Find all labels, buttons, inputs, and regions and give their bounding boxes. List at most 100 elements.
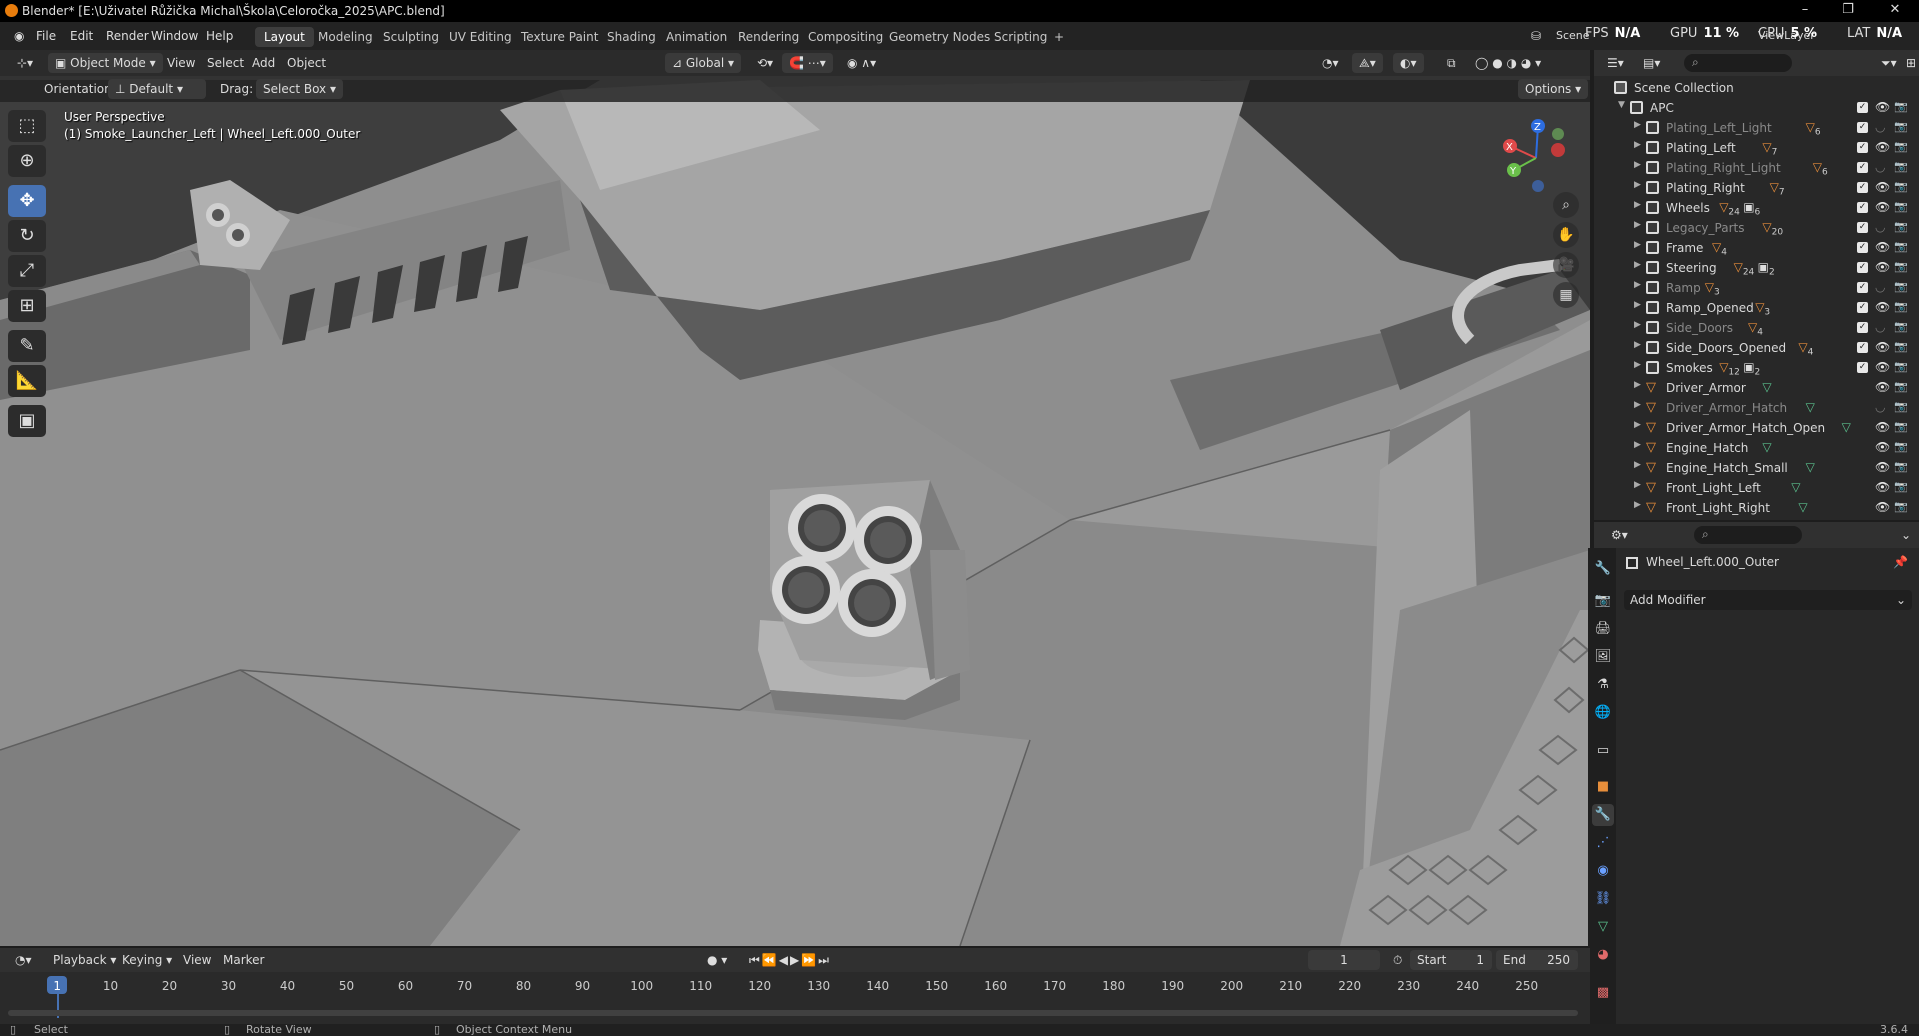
- add-modifier-dropdown[interactable]: Add Modifier ⌄: [1624, 590, 1912, 610]
- eye-icon[interactable]: ◡: [1875, 120, 1885, 134]
- outliner-item[interactable]: ▶ Plating_Right_Light ▽6 ✓ ◡ 📷: [1594, 158, 1919, 178]
- tab-shading[interactable]: Shading: [598, 27, 665, 47]
- drag-dropdown[interactable]: Select Box ▾: [256, 79, 343, 99]
- shading-modes-icon[interactable]: ◯ ● ◑ ◕ ▾: [1468, 53, 1548, 73]
- eye-icon[interactable]: 👁: [1875, 100, 1890, 114]
- playback-controls-icon[interactable]: ⏮⏪◀▶⏩⏭: [742, 950, 838, 970]
- outliner-search-input[interactable]: ⌕: [1684, 54, 1792, 72]
- camera-view-icon[interactable]: 🎥: [1553, 252, 1579, 278]
- eye-icon[interactable]: 👁: [1875, 440, 1890, 454]
- eye-icon[interactable]: 👁: [1875, 300, 1890, 314]
- expand-arrow-icon[interactable]: ▶: [1634, 500, 1641, 510]
- timeline-scrollbar[interactable]: [8, 1010, 1578, 1016]
- eye-icon[interactable]: 👁: [1875, 200, 1890, 214]
- transform-orientation-dropdown[interactable]: ⊿ Global ▾: [665, 53, 741, 73]
- options-chevron-icon[interactable]: ⌄: [1894, 525, 1918, 545]
- outliner-item[interactable]: ▶ Plating_Left_Light ▽6 ✓ ◡ 📷: [1594, 118, 1919, 138]
- texture-tab-icon[interactable]: ▩: [1592, 982, 1614, 1004]
- outliner-collection-apc[interactable]: ▼ APC ✓ 👁 📷: [1594, 98, 1919, 118]
- outliner-item[interactable]: ▶ ▽ Driver_Armor ▽ 👁 📷: [1594, 378, 1919, 398]
- camera-icon[interactable]: 📷: [1894, 360, 1908, 373]
- camera-icon[interactable]: 📷: [1894, 120, 1908, 133]
- menu-keying[interactable]: Keying ▾: [115, 950, 179, 970]
- eye-icon[interactable]: 👁: [1875, 480, 1890, 494]
- outliner-editor-type-icon[interactable]: ☰▾: [1600, 53, 1631, 73]
- camera-icon[interactable]: 📷: [1894, 340, 1908, 353]
- menu-file[interactable]: File: [30, 27, 62, 45]
- exclude-checkbox[interactable]: ✓: [1857, 242, 1868, 253]
- expand-arrow-icon[interactable]: ▶: [1634, 300, 1641, 310]
- eye-icon[interactable]: 👁: [1875, 460, 1890, 474]
- tab-animation[interactable]: Animation: [657, 27, 736, 47]
- menu-window[interactable]: Window: [145, 27, 204, 45]
- outliner-item[interactable]: ▶ Ramp_Opened ▽3 ✓ 👁 📷: [1594, 298, 1919, 318]
- snap-icon[interactable]: 🧲 ⋯▾: [782, 53, 833, 73]
- overlays-toggle-icon[interactable]: ◐▾: [1393, 53, 1424, 73]
- menu-marker[interactable]: Marker: [216, 950, 271, 970]
- exclude-checkbox[interactable]: ✓: [1857, 342, 1868, 353]
- eye-icon[interactable]: 👁: [1875, 140, 1890, 154]
- camera-icon[interactable]: 📷: [1894, 220, 1908, 233]
- camera-icon[interactable]: 📷: [1894, 400, 1908, 413]
- tab-uv-editing[interactable]: UV Editing: [440, 27, 521, 47]
- pan-hand-icon[interactable]: ✋: [1553, 222, 1579, 248]
- outliner-item[interactable]: ▶ Side_Doors ▽4 ✓ ◡ 📷: [1594, 318, 1919, 338]
- expand-arrow-icon[interactable]: ▶: [1634, 240, 1641, 250]
- expand-arrow-icon[interactable]: ▶: [1634, 440, 1641, 450]
- exclude-checkbox[interactable]: ✓: [1857, 202, 1868, 213]
- camera-icon[interactable]: 📷: [1894, 240, 1908, 253]
- gizmo-toggle-icon[interactable]: ⟁▾: [1352, 53, 1383, 73]
- restore-icon[interactable]: ❐: [1838, 2, 1858, 20]
- exclude-checkbox[interactable]: ✓: [1857, 282, 1868, 293]
- expand-arrow-icon[interactable]: ▶: [1634, 340, 1641, 350]
- expand-arrow-icon[interactable]: ▶: [1634, 320, 1641, 330]
- minimize-icon[interactable]: –: [1795, 2, 1815, 20]
- camera-icon[interactable]: 📷: [1894, 440, 1908, 453]
- exclude-checkbox[interactable]: ✓: [1857, 362, 1868, 373]
- object-tab-icon[interactable]: ■: [1592, 776, 1614, 798]
- exclude-checkbox[interactable]: ✓: [1857, 142, 1868, 153]
- menu-edit[interactable]: Edit: [64, 27, 99, 45]
- expand-arrow-icon[interactable]: ▶: [1634, 420, 1641, 430]
- navigation-gizmo[interactable]: Z X Y: [1498, 114, 1578, 194]
- tab-rendering[interactable]: Rendering: [729, 27, 808, 47]
- expand-arrow-icon[interactable]: ▶: [1634, 480, 1641, 490]
- outliner-item[interactable]: ▶ Wheels ▽24 ▣6 ✓ 👁 📷: [1594, 198, 1919, 218]
- expand-arrow-icon[interactable]: ▶: [1634, 220, 1641, 230]
- camera-icon[interactable]: 📷: [1894, 500, 1908, 513]
- constraints-tab-icon[interactable]: ⛓: [1592, 888, 1614, 910]
- outliner-item[interactable]: ▶ ▽ Front_Light_Right ▽ 👁 📷: [1594, 498, 1919, 518]
- menu-select[interactable]: Select: [200, 53, 251, 73]
- world-tab-icon[interactable]: 🌐: [1592, 702, 1614, 724]
- expand-arrow-icon[interactable]: ▶: [1634, 200, 1641, 210]
- camera-icon[interactable]: 📷: [1894, 480, 1908, 493]
- camera-icon[interactable]: 📷: [1894, 380, 1908, 393]
- expand-arrow-icon[interactable]: ▼: [1618, 100, 1625, 110]
- exclude-checkbox[interactable]: ✓: [1857, 222, 1868, 233]
- outliner-item[interactable]: ▶ ▽ Engine_Hatch ▽ 👁 📷: [1594, 438, 1919, 458]
- xray-toggle-icon[interactable]: ⧉: [1440, 53, 1463, 73]
- outliner-item[interactable]: ▶ Ramp ▽3 ✓ ◡ 📷: [1594, 278, 1919, 298]
- menu-view[interactable]: View: [160, 53, 202, 73]
- expand-arrow-icon[interactable]: ▶: [1634, 160, 1641, 170]
- mode-selector[interactable]: ▣ Object Mode ▾: [48, 53, 163, 73]
- pivot-icon[interactable]: ⟲▾: [750, 53, 780, 73]
- eye-icon[interactable]: 👁: [1875, 260, 1890, 274]
- rotate-tool-icon[interactable]: ↻: [8, 220, 46, 252]
- menu-playback[interactable]: Playback ▾: [46, 950, 123, 970]
- eye-icon[interactable]: ◡: [1875, 220, 1885, 234]
- outliner-item[interactable]: ▶ ▽ Driver_Armor_Hatch_Open ▽ 👁 📷: [1594, 418, 1919, 438]
- exclude-checkbox[interactable]: ✓: [1857, 182, 1868, 193]
- physics-tab-icon[interactable]: ◉: [1592, 860, 1614, 882]
- preview-range-icon[interactable]: ⏱: [1386, 950, 1409, 970]
- expand-arrow-icon[interactable]: ▶: [1634, 260, 1641, 270]
- expand-arrow-icon[interactable]: ▶: [1634, 460, 1641, 470]
- eye-icon[interactable]: 👁: [1875, 360, 1890, 374]
- camera-icon[interactable]: 📷: [1894, 100, 1908, 113]
- exclude-checkbox[interactable]: ✓: [1857, 302, 1868, 313]
- exclude-checkbox[interactable]: ✓: [1857, 102, 1868, 113]
- exclude-checkbox[interactable]: ✓: [1857, 262, 1868, 273]
- outliner-scene-collection[interactable]: Scene Collection: [1594, 78, 1919, 98]
- expand-arrow-icon[interactable]: ▶: [1634, 360, 1641, 370]
- eye-icon[interactable]: 👁: [1875, 380, 1890, 394]
